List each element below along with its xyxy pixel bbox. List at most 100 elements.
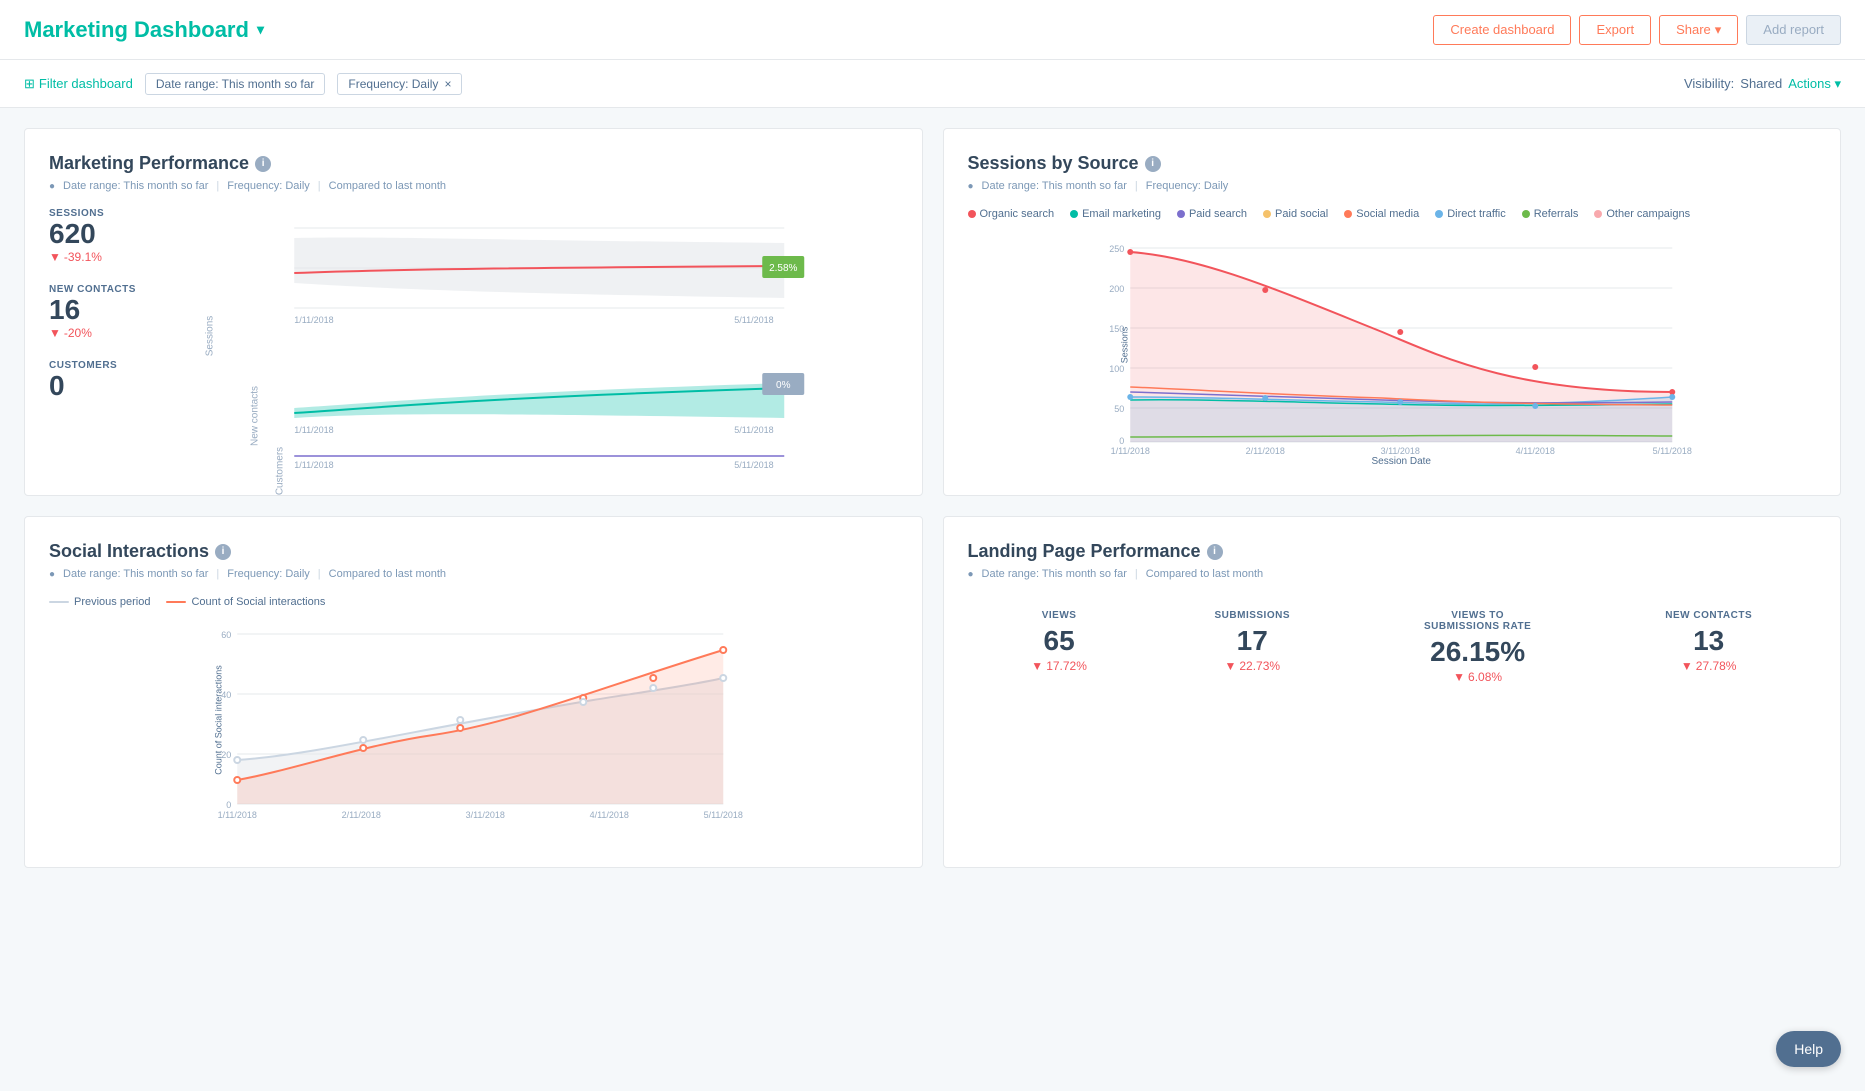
svg-text:3/11/2018: 3/11/2018 [466, 810, 505, 820]
lp-metrics: VIEWS 65 ▼ 17.72% SUBMISSIONS 17 ▼ 22.73… [968, 610, 1817, 684]
sessions-by-source-card: Sessions by Source i ● Date range: This … [943, 128, 1842, 496]
customers-stat: CUSTOMERS 0 [49, 360, 159, 402]
legend-count-social: Count of Social interactions [166, 596, 325, 608]
main-content: Marketing Performance i ● Date range: Th… [0, 108, 1865, 888]
legend-email: Email marketing [1070, 208, 1161, 220]
svg-text:Sessions: Sessions [1119, 326, 1129, 363]
svg-text:Session Date: Session Date [1371, 456, 1431, 467]
social-info-icon[interactable]: i [215, 544, 231, 560]
landing-page-card: Landing Page Performance i ● Date range:… [943, 516, 1842, 868]
svg-text:Customers: Customers [274, 447, 285, 495]
svg-text:100: 100 [1109, 364, 1124, 374]
marketing-performance-meta: ● Date range: This month so far | Freque… [49, 180, 898, 192]
dashboard-title-text: Marketing Dashboard [24, 17, 249, 43]
create-dashboard-button[interactable]: Create dashboard [1433, 15, 1571, 45]
share-caret-icon: ▾ [1715, 22, 1722, 38]
legend-paid-search: Paid search [1177, 208, 1247, 220]
svg-text:Count of Social interactions: Count of Social interactions [213, 665, 223, 775]
legend-organic: Organic search [968, 208, 1055, 220]
legend-paid-social: Paid social [1263, 208, 1328, 220]
title-caret-icon: ▾ [257, 21, 264, 38]
svg-text:50: 50 [1114, 404, 1124, 414]
svg-text:5/11/2018: 5/11/2018 [704, 810, 743, 820]
lp-metric-rate: VIEWS TO SUBMISSIONS RATE 26.15% ▼ 6.08% [1418, 610, 1538, 684]
share-button[interactable]: Share ▾ [1659, 15, 1738, 45]
filter-left: ⊞ Filter dashboard Date range: This mont… [24, 73, 462, 95]
mp-chart: Sessions 1/11/2018 5/11/2018 2.58% [171, 208, 898, 471]
meta-dot-icon3: ● [49, 569, 55, 580]
actions-link[interactable]: Actions ▾ [1788, 76, 1841, 92]
frequency-tag[interactable]: Frequency: Daily × [337, 73, 462, 95]
sessions-stat: SESSIONS 620 ▼ -39.1% [49, 208, 159, 264]
legend-referrals: Referrals [1522, 208, 1579, 220]
filter-grid-icon: ⊞ [24, 76, 35, 92]
legend-direct-traffic: Direct traffic [1435, 208, 1505, 220]
sessions-source-info-icon[interactable]: i [1145, 156, 1161, 172]
social-interactions-card: Social Interactions i ● Date range: This… [24, 516, 923, 868]
contacts-down-arrow: ▼ [49, 326, 61, 340]
export-button[interactable]: Export [1579, 15, 1651, 45]
submissions-down-arrow: ▼ [1224, 659, 1236, 673]
rate-down-arrow: ▼ [1453, 670, 1465, 684]
landing-page-info-icon[interactable]: i [1207, 544, 1223, 560]
lp-metric-views: VIEWS 65 ▼ 17.72% [1031, 610, 1087, 684]
mp-chart-container: SESSIONS 620 ▼ -39.1% NEW CONTACTS 16 ▼ … [49, 208, 898, 471]
marketing-performance-info-icon[interactable]: i [255, 156, 271, 172]
svg-text:0%: 0% [776, 380, 791, 391]
svg-text:1/11/2018: 1/11/2018 [1110, 446, 1149, 456]
legend-social-media: Social media [1344, 208, 1419, 220]
actions-caret-icon: ▾ [1834, 76, 1841, 91]
lp-metric-submissions: SUBMISSIONS 17 ▼ 22.73% [1215, 610, 1291, 684]
date-range-tag[interactable]: Date range: This month so far [145, 73, 326, 95]
social-interactions-title: Social Interactions i [49, 541, 898, 562]
marketing-performance-title: Marketing Performance i [49, 153, 898, 174]
svg-text:200: 200 [1109, 284, 1124, 294]
svg-text:2/11/2018: 2/11/2018 [342, 810, 381, 820]
svg-text:2.58%: 2.58% [769, 263, 797, 274]
social-legend: Previous period Count of Social interact… [49, 596, 898, 608]
svg-text:Sessions: Sessions [204, 316, 215, 357]
svg-text:2/11/2018: 2/11/2018 [1245, 446, 1284, 456]
svg-text:1/11/2018: 1/11/2018 [294, 460, 333, 470]
sessions-change: ▼ -39.1% [49, 250, 159, 264]
meta-dot-icon: ● [49, 181, 55, 192]
header-actions: Create dashboard Export Share ▾ Add repo… [1433, 15, 1841, 45]
sessions-source-legend: Organic search Email marketing Paid sear… [968, 208, 1817, 220]
mp-date-start: 1/11/2018 [294, 315, 333, 325]
add-report-button: Add report [1746, 15, 1841, 45]
landing-page-meta: ● Date range: This month so far | Compar… [968, 568, 1817, 580]
sessions-source-meta: ● Date range: This month so far | Freque… [968, 180, 1817, 192]
filter-dashboard-link[interactable]: ⊞ Filter dashboard [24, 76, 133, 92]
mp-date-end: 5/11/2018 [734, 315, 773, 325]
svg-text:4/11/2018: 4/11/2018 [1515, 446, 1554, 456]
sessions-by-source-title: Sessions by Source i [968, 153, 1817, 174]
top-header: Marketing Dashboard ▾ Create dashboard E… [0, 0, 1865, 60]
svg-text:5/11/2018: 5/11/2018 [1652, 446, 1691, 456]
svg-text:5/11/2018: 5/11/2018 [734, 460, 773, 470]
svg-text:0: 0 [1119, 436, 1124, 446]
svg-text:5/11/2018: 5/11/2018 [734, 425, 773, 435]
svg-text:4/11/2018: 4/11/2018 [590, 810, 629, 820]
filter-right: Visibility: Shared Actions ▾ [1684, 76, 1841, 92]
svg-text:1/11/2018: 1/11/2018 [294, 425, 333, 435]
meta-dot-icon2: ● [968, 181, 974, 192]
frequency-tag-close[interactable]: × [444, 77, 451, 91]
sessions-down-arrow: ▼ [49, 250, 61, 264]
legend-prev-period: Previous period [49, 596, 150, 608]
views-down-arrow: ▼ [1031, 659, 1043, 673]
svg-text:1/11/2018: 1/11/2018 [218, 810, 257, 820]
meta-dot-icon4: ● [968, 569, 974, 580]
svg-text:3/11/2018: 3/11/2018 [1380, 446, 1419, 456]
legend-other: Other campaigns [1594, 208, 1690, 220]
lp-metric-new-contacts: NEW CONTACTS 13 ▼ 27.78% [1665, 610, 1752, 684]
new-contacts-stat: NEW CONTACTS 16 ▼ -20% [49, 284, 159, 340]
svg-text:0: 0 [226, 800, 231, 810]
svg-text:60: 60 [221, 630, 231, 640]
landing-page-title: Landing Page Performance i [968, 541, 1817, 562]
dashboard-title[interactable]: Marketing Dashboard ▾ [24, 17, 264, 43]
new-contacts-change: ▼ -20% [49, 326, 159, 340]
new-contacts-down-arrow: ▼ [1681, 659, 1693, 673]
mp-stats: SESSIONS 620 ▼ -39.1% NEW CONTACTS 16 ▼ … [49, 208, 159, 471]
help-button[interactable]: Help [1776, 1031, 1841, 1067]
social-meta: ● Date range: This month so far | Freque… [49, 568, 898, 580]
